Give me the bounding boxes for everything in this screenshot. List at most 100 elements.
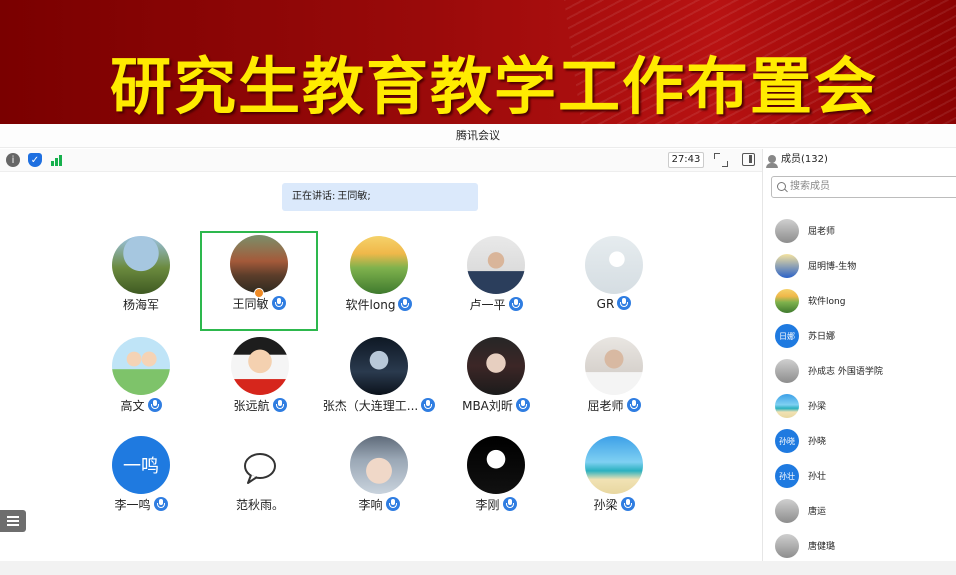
microphone-icon[interactable]	[620, 497, 635, 511]
participant-name: 李一鸣	[114, 498, 151, 512]
banner-title: 研究生教育教学工作布置会	[110, 50, 879, 123]
participant-label: GR	[555, 296, 673, 311]
member-list-item[interactable]: 屈老师	[775, 219, 955, 245]
member-avatar	[775, 289, 799, 313]
microphone-icon[interactable]	[385, 497, 400, 511]
participant-tile[interactable]: 王同敏	[200, 231, 318, 331]
participant-label: 卢一平	[437, 296, 555, 313]
member-avatar: 孙晓	[775, 429, 799, 453]
chat-list-icon[interactable]	[0, 510, 26, 532]
participant-avatar	[112, 236, 170, 294]
members-panel: 成员(132) 搜索成员 屈老师屈明博-生物软件long 日娜 苏日娜孙成志 外国语…	[762, 149, 956, 561]
microphone-icon[interactable]	[147, 398, 162, 412]
participant-label: 孙梁	[555, 496, 673, 513]
participant-tile[interactable]: MBA刘昕	[437, 333, 555, 433]
microphone-icon[interactable]	[617, 296, 632, 310]
participant-label: 张远航	[201, 397, 319, 414]
member-avatar	[775, 499, 799, 523]
microphone-icon[interactable]	[508, 297, 523, 311]
participant-tile[interactable]: 李响	[320, 432, 438, 532]
microphone-icon[interactable]	[515, 398, 530, 412]
participant-tile[interactable]: 杨海军	[82, 232, 200, 332]
member-name: 屈老师	[808, 227, 836, 237]
fullscreen-icon[interactable]	[714, 153, 728, 167]
microphone-icon[interactable]	[626, 398, 641, 412]
participant-name: 李刚	[475, 498, 500, 512]
member-list-item[interactable]: 唐健璐	[775, 534, 955, 560]
participant-avatar	[585, 236, 643, 294]
microphone-icon[interactable]	[272, 398, 287, 412]
participant-avatar	[231, 337, 289, 395]
participant-avatar	[350, 436, 408, 494]
members-title: 成员(132)	[763, 149, 956, 171]
participant-avatar	[585, 436, 643, 494]
participant-avatar: 一鸣	[112, 436, 170, 494]
shield-icon[interactable]: ✓	[28, 153, 42, 167]
participant-name: MBA刘昕	[462, 399, 513, 413]
participant-label: 屈老师	[555, 397, 673, 414]
banner: 研究生教育教学工作布置会	[0, 0, 956, 124]
participant-label: 软件long	[320, 296, 438, 313]
microphone-icon[interactable]	[271, 296, 286, 310]
member-name: 孙梁	[808, 402, 827, 412]
participant-tile[interactable]: 高文	[82, 333, 200, 433]
member-list-item[interactable]: 孙晓 孙晓	[775, 429, 955, 455]
participant-label: 李刚	[437, 496, 555, 513]
member-list-item[interactable]: 孙成志 外国语学院	[775, 359, 955, 385]
member-list-item[interactable]: 唐运	[775, 499, 955, 525]
participant-tile[interactable]: GR	[555, 232, 673, 332]
info-icon[interactable]: i	[6, 153, 20, 167]
member-name: 唐健璐	[808, 542, 836, 552]
speaking-indicator: 正在讲话: 王同敏;	[282, 183, 478, 211]
member-list-item[interactable]: 孙壮 孙壮	[775, 464, 955, 490]
participant-name: 高文	[120, 399, 145, 413]
member-list-item[interactable]: 日娜 苏日娜	[775, 324, 955, 350]
member-avatar	[775, 359, 799, 383]
participant-tile[interactable]: 范秋雨。	[201, 432, 319, 532]
participant-avatar	[467, 236, 525, 294]
participant-label: 范秋雨。	[201, 496, 319, 513]
member-list-item[interactable]: 孙梁	[775, 394, 955, 420]
microphone-icon[interactable]	[502, 497, 517, 511]
member-name: 孙晓	[808, 437, 827, 447]
member-avatar	[775, 534, 799, 558]
microphone-icon[interactable]	[153, 497, 168, 511]
participant-name: 软件long	[345, 298, 396, 312]
participant-tile[interactable]: 张远航	[201, 333, 319, 433]
speaking-name: 王同敏;	[337, 191, 371, 202]
member-list-item[interactable]: 软件long	[775, 289, 955, 315]
member-list-item[interactable]: 屈明博-生物	[775, 254, 955, 280]
participant-label: 李响	[320, 496, 438, 513]
participant-tile[interactable]: 张杰（大连理工...	[320, 333, 438, 433]
participant-name: GR	[596, 297, 615, 311]
participant-name: 杨海军	[122, 298, 159, 312]
participant-avatar	[467, 436, 525, 494]
member-search-input[interactable]: 搜索成员	[771, 176, 956, 198]
participant-avatar	[467, 337, 525, 395]
member-avatar	[775, 219, 799, 243]
signal-icon[interactable]	[50, 153, 64, 167]
member-name: 苏日娜	[808, 332, 836, 342]
microphone-icon[interactable]	[398, 297, 413, 311]
participant-name: 范秋雨。	[235, 498, 284, 512]
participant-tile[interactable]: 屈老师	[555, 333, 673, 433]
participant-avatar	[350, 236, 408, 294]
layout-icon[interactable]	[742, 153, 755, 166]
participant-name: 屈老师	[587, 399, 624, 413]
participant-tile[interactable]: 李刚	[437, 432, 555, 532]
participant-avatar	[112, 337, 170, 395]
participant-name: 孙梁	[593, 498, 618, 512]
participant-label: 李一鸣	[82, 496, 200, 513]
participant-label: 张杰（大连理工...	[320, 397, 438, 414]
member-avatar	[775, 254, 799, 278]
member-name: 软件long	[808, 297, 846, 307]
participant-tile[interactable]: 一鸣 李一鸣	[82, 432, 200, 532]
participant-tile[interactable]: 软件long	[320, 232, 438, 332]
participant-tile[interactable]: 卢一平	[437, 232, 555, 332]
participant-name: 张远航	[233, 399, 270, 413]
bottom-bar	[0, 561, 956, 575]
meeting-toolbar: i ✓ 27:43	[0, 149, 762, 172]
participant-tile[interactable]: 孙梁	[555, 432, 673, 532]
microphone-icon[interactable]	[421, 398, 436, 412]
member-avatar: 日娜	[775, 324, 799, 348]
